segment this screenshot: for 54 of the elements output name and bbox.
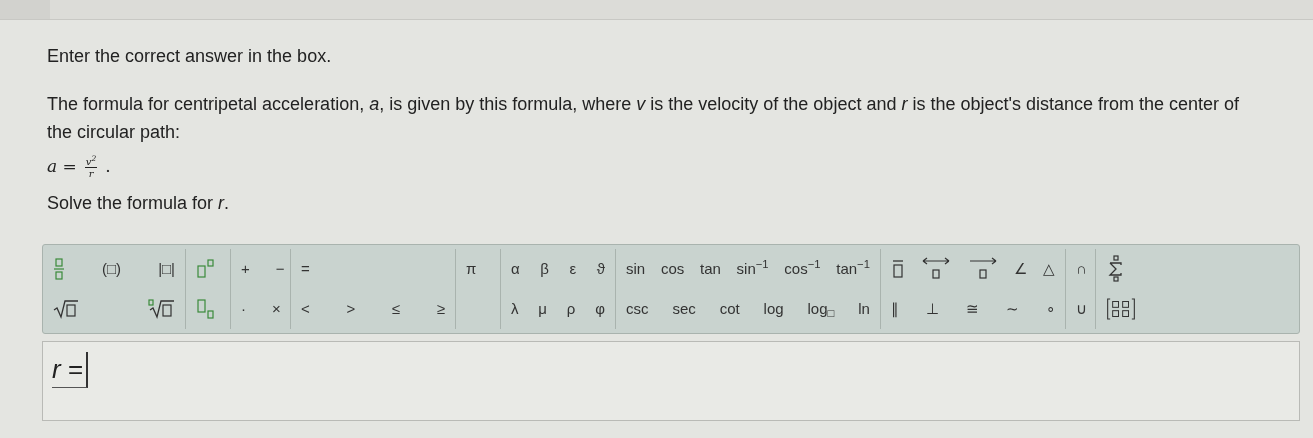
symbol-button[interactable]: ε [569, 259, 577, 279]
line-arrows-icon[interactable] [921, 256, 952, 282]
symbol-button[interactable]: ϑ [596, 259, 605, 279]
overbar-icon[interactable] [891, 259, 905, 279]
subscript-template-icon[interactable] [196, 298, 216, 320]
symbol-button[interactable]: φ [595, 299, 605, 319]
symbol-button[interactable]: log [763, 299, 784, 319]
symbol-button[interactable]: ∠ [1013, 259, 1027, 279]
fraction-template-icon[interactable] [53, 258, 65, 280]
symbol-button[interactable]: − [275, 259, 285, 279]
symbol-button[interactable]: = [301, 259, 310, 279]
question-paragraph: The formula for centripetal acceleration, a, is given by this formula, where v is the velocity of the object and r is the object's distance from the center of the circular path: [47, 93, 1241, 144]
symbol-button[interactable]: ≅ [966, 299, 979, 319]
symbol-button[interactable]: ∪ [1076, 299, 1087, 319]
symbol-button[interactable]: sin$^{−1}$ [736, 259, 769, 279]
symbol-button[interactable]: ≥ [436, 299, 445, 319]
symbol-button[interactable]: β [540, 259, 549, 279]
square-root-icon[interactable] [53, 299, 79, 319]
symbol-button[interactable]: sin [626, 259, 646, 279]
symbol-button[interactable]: csc [626, 299, 649, 319]
symbol-button[interactable]: ∘ [1046, 299, 1055, 319]
instruction-text: Enter the correct answer in the box. [47, 45, 333, 67]
symbol-button[interactable]: α [511, 259, 520, 279]
symbol-button[interactable]: ∼ [1006, 299, 1019, 319]
symbol-button[interactable]: |□| [158, 259, 175, 279]
symbol-button[interactable]: cos [660, 259, 685, 279]
symbol-button[interactable]: cot [719, 299, 740, 319]
symbol-button[interactable]: ρ [566, 299, 576, 319]
ray-arrow-icon[interactable] [967, 256, 998, 282]
symbol-button[interactable]: + [241, 259, 250, 279]
symbol-button[interactable]: μ [538, 299, 547, 319]
matrix-icon[interactable] [1106, 295, 1136, 323]
symbol-button[interactable]: tan [700, 259, 721, 279]
symbol-button[interactable]: ∩ [1076, 259, 1087, 279]
symbol-button[interactable]: △ [1043, 259, 1055, 279]
symbol-button[interactable]: log$_{□}$ [807, 299, 835, 319]
prompt-text: Solve the formula for r. [47, 192, 231, 214]
exponent-template-icon[interactable] [196, 259, 216, 279]
symbol-button[interactable]: ≤ [391, 299, 401, 319]
nth-root-icon[interactable] [147, 299, 175, 319]
answer-box[interactable]: r = [42, 341, 1300, 421]
symbol-button[interactable]: (□) [102, 259, 122, 279]
symbol-button[interactable]: sec [672, 299, 696, 319]
symbol-button[interactable]: × [272, 299, 281, 319]
symbol-button[interactable]: π [466, 259, 477, 279]
symbol-button[interactable]: ⊥ [926, 299, 939, 319]
symbol-button[interactable]: tan$^{−1}$ [836, 259, 870, 279]
symbol-button[interactable]: cos$^{−1}$ [784, 259, 821, 279]
symbol-button[interactable]: < [301, 299, 310, 319]
symbol-button[interactable]: ln [858, 299, 870, 319]
symbol-button[interactable]: > [346, 299, 356, 319]
symbol-button[interactable]: λ [511, 299, 519, 319]
symbol-button[interactable]: · [241, 299, 246, 319]
symbol-button[interactable]: ∥ [891, 299, 899, 319]
